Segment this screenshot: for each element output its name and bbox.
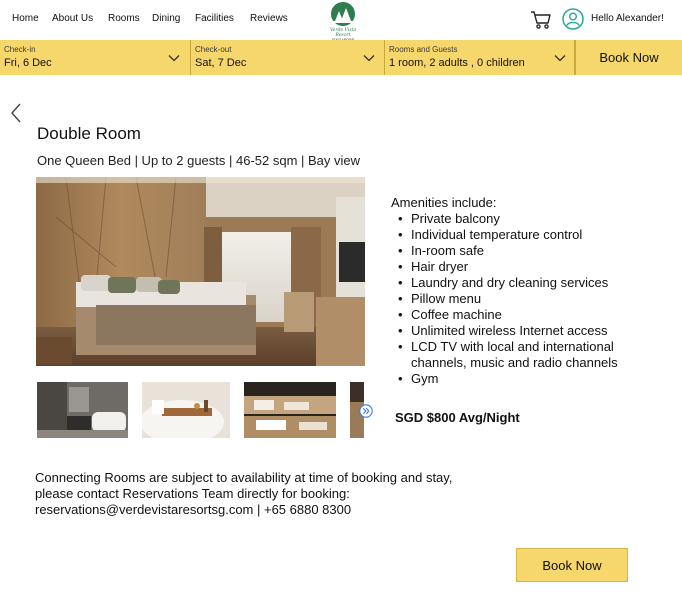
cart-icon[interactable]	[530, 10, 552, 30]
chevron-down-icon	[554, 55, 566, 62]
rooms-guests-label: Rooms and Guests	[389, 45, 458, 54]
book-now-button[interactable]: Book Now	[516, 548, 628, 582]
connecting-rooms-note: Connecting Rooms are subject to availabi…	[35, 470, 515, 518]
room-price: SGD $800 Avg/Night	[395, 410, 520, 425]
amenity-item: Unlimited wireless Internet access	[397, 323, 647, 339]
back-arrow-icon[interactable]	[9, 102, 23, 124]
amenity-item: Gym	[397, 371, 647, 387]
room-subtitle: One Queen Bed | Up to 2 guests | 46-52 s…	[37, 153, 361, 168]
checkout-value: Sat, 7 Dec	[195, 57, 247, 69]
nav-dining[interactable]: Dining	[152, 13, 180, 24]
room-thumbnail-shelf[interactable]	[244, 382, 336, 438]
nav-rooms[interactable]: Rooms	[108, 13, 140, 24]
nav-facilities[interactable]: Facilities	[195, 13, 234, 24]
nav-about-us[interactable]: About Us	[52, 13, 93, 24]
amenity-item: Private balcony	[397, 211, 647, 227]
chevron-down-icon	[363, 55, 375, 62]
amenity-item: Pillow menu	[397, 291, 647, 307]
amenity-item: LCD TV with local and international chan…	[397, 339, 647, 371]
bar-book-now-button[interactable]: Book Now	[575, 40, 682, 75]
amenities-list: Private balcony Individual temperature c…	[397, 211, 647, 387]
user-greeting[interactable]: Hello Alexander!	[591, 13, 664, 24]
amenity-item: Hair dryer	[397, 259, 647, 275]
checkout-field[interactable]: Check-out Sat, 7 Dec	[191, 40, 385, 75]
note-line: Connecting Rooms are subject to availabi…	[35, 470, 453, 485]
note-line: please contact Reservations Team directl…	[35, 486, 350, 501]
next-thumbnails-icon[interactable]	[359, 404, 373, 418]
checkin-value: Fri, 6 Dec	[4, 57, 52, 69]
logo-text: Verde Vista Resort	[329, 28, 357, 38]
checkout-label: Check-out	[195, 45, 232, 54]
rooms-guests-value: 1 room, 2 adults , 0 children	[389, 57, 525, 69]
amenity-item: Coffee machine	[397, 307, 647, 323]
logo-emblem-icon	[331, 2, 355, 26]
chevron-down-icon	[168, 55, 180, 62]
checkin-field[interactable]: Check-in Fri, 6 Dec	[0, 40, 191, 75]
amenity-item: Individual temperature control	[397, 227, 647, 243]
user-avatar-icon[interactable]	[562, 8, 584, 30]
booking-bar: Check-in Fri, 6 Dec Check-out Sat, 7 Dec…	[0, 40, 682, 75]
room-main-photo	[36, 177, 365, 366]
nav-reviews[interactable]: Reviews	[250, 13, 288, 24]
checkin-label: Check-in	[4, 45, 36, 54]
room-title: Double Room	[37, 124, 141, 143]
top-nav: Home About Us Rooms Dining Facilities Re…	[0, 0, 682, 42]
room-thumbnail-bathtub[interactable]	[142, 382, 230, 438]
amenity-item: In-room safe	[397, 243, 647, 259]
amenity-item: Laundry and dry cleaning services	[397, 275, 647, 291]
rooms-guests-field[interactable]: Rooms and Guests 1 room, 2 adults , 0 ch…	[385, 40, 575, 75]
amenities-heading: Amenities include:	[391, 195, 497, 210]
room-thumbnail-bathroom[interactable]	[37, 382, 128, 438]
resort-logo[interactable]: Verde Vista Resort SINGAPORE	[322, 1, 364, 42]
note-contact-line: reservations@verdevistaresortsg.com | +6…	[35, 502, 352, 517]
nav-home[interactable]: Home	[12, 13, 39, 24]
